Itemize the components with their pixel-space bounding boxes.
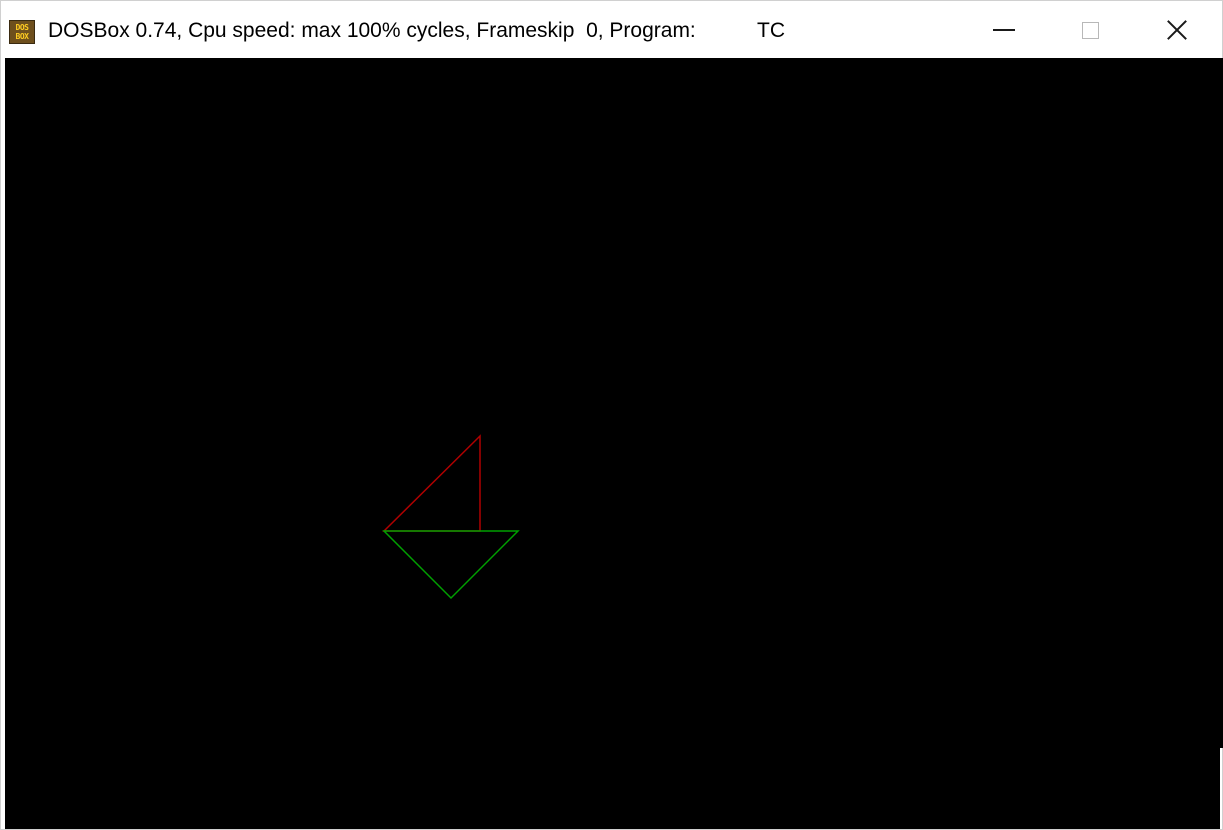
window-title: DOSBox 0.74, Cpu speed: max 100% cycles,… [48, 19, 696, 42]
dosbox-icon[interactable]: DOS BOX [9, 20, 35, 44]
red-triangle [382, 434, 481, 532]
icon-text-line1: DOS [15, 23, 29, 32]
close-button[interactable] [1134, 1, 1220, 59]
program-name: TC [757, 19, 785, 42]
dos-graphics-screen[interactable] [5, 58, 1220, 829]
maximize-button[interactable] [1047, 1, 1133, 59]
dosbox-window: DOS BOX DOSBox 0.74, Cpu speed: max 100%… [0, 0, 1223, 830]
icon-text-line2: BOX [15, 32, 29, 41]
minimize-button[interactable] [961, 1, 1047, 59]
green-triangle [382, 530, 520, 600]
minimize-icon [993, 29, 1015, 31]
maximize-icon [1081, 21, 1099, 39]
close-icon [1166, 19, 1188, 41]
title-bar[interactable]: DOS BOX DOSBox 0.74, Cpu speed: max 100%… [1, 1, 1222, 59]
graphics-canvas [382, 434, 520, 600]
